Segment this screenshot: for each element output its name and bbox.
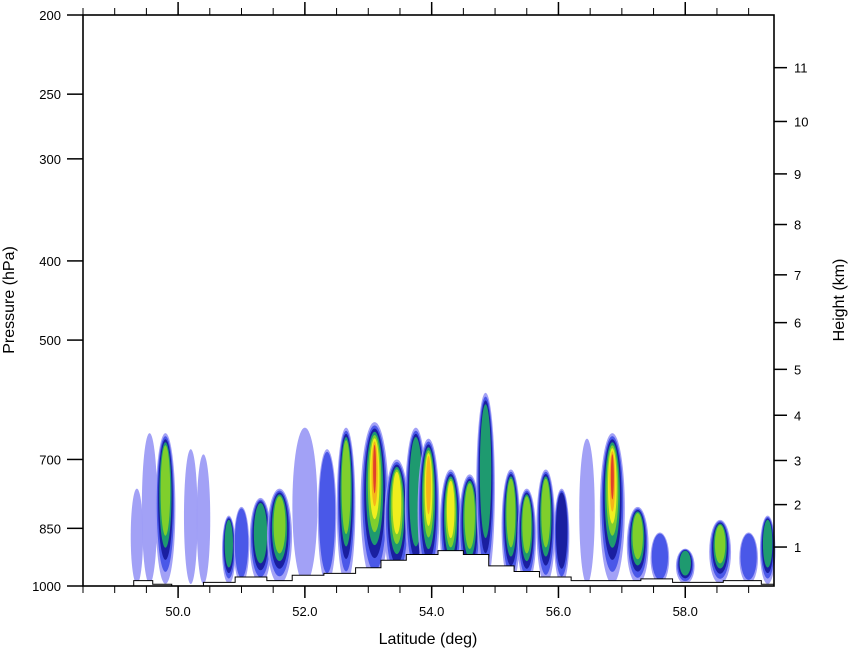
x-tick-label: 50.0 bbox=[165, 604, 190, 619]
y-axis-right: 1 2 3 4 5 6 7 8 9 10 11 bbox=[774, 61, 808, 555]
y-tick-label: 500 bbox=[39, 333, 61, 348]
y2-tick-label: 1 bbox=[794, 540, 801, 555]
convective-cell-11 bbox=[336, 427, 356, 584]
contour-level-1 bbox=[740, 533, 757, 580]
y-axis-title: Pressure (hPa) bbox=[1, 246, 18, 354]
contour-level-3 bbox=[479, 404, 492, 539]
y-tick-label: 400 bbox=[39, 254, 61, 269]
y2-tick-label: 8 bbox=[794, 218, 801, 233]
contour-level-7 bbox=[610, 454, 614, 500]
y2-tick-label: 7 bbox=[794, 268, 801, 283]
convective-cell-0 bbox=[130, 488, 144, 584]
contour-level-4 bbox=[273, 496, 286, 554]
contour-level-1 bbox=[234, 508, 249, 578]
convective-cell-21 bbox=[536, 469, 556, 584]
convective-cell-29 bbox=[739, 532, 758, 584]
x-tick-label: 58.0 bbox=[673, 604, 698, 619]
convective-cell-10 bbox=[317, 449, 337, 584]
convective-cell-1 bbox=[141, 433, 158, 584]
contour-level-6 bbox=[426, 456, 431, 515]
convective-cell-26 bbox=[650, 532, 670, 584]
convective-cell-12 bbox=[360, 422, 389, 584]
convective-cell-2 bbox=[155, 433, 176, 584]
contour-level-1 bbox=[318, 451, 336, 574]
y2-tick-label: 9 bbox=[794, 167, 801, 182]
contour-level-0 bbox=[183, 449, 198, 584]
contour-level-2 bbox=[555, 492, 568, 569]
y2-tick-label: 10 bbox=[794, 114, 808, 129]
convective-cell-24 bbox=[599, 433, 625, 584]
convective-cell-20 bbox=[517, 488, 537, 584]
contour-level-4 bbox=[464, 483, 475, 549]
contour-level-3 bbox=[679, 550, 691, 576]
contour-level-0 bbox=[141, 433, 158, 584]
y-tick-label: 700 bbox=[39, 452, 61, 467]
contour-level-3 bbox=[253, 503, 268, 564]
contour-level-0 bbox=[196, 454, 211, 584]
convective-cell-3 bbox=[183, 449, 198, 584]
contour-level-4 bbox=[160, 445, 171, 536]
y2-tick-label: 11 bbox=[794, 61, 808, 76]
y2-tick-label: 3 bbox=[794, 453, 801, 468]
y2-tick-label: 2 bbox=[794, 498, 801, 513]
y-tick-label: 850 bbox=[39, 521, 61, 536]
convective-cell-22 bbox=[553, 488, 570, 584]
contour-level-4 bbox=[714, 525, 726, 564]
contour-level-1 bbox=[651, 533, 669, 580]
convective-cell-27 bbox=[675, 548, 695, 585]
contour-level-4 bbox=[632, 513, 643, 560]
convective-cell-6 bbox=[233, 506, 250, 584]
x-tick-label: 54.0 bbox=[419, 604, 444, 619]
contour-level-0 bbox=[130, 488, 144, 584]
x-tick-label: 56.0 bbox=[546, 604, 571, 619]
convective-cell-23 bbox=[579, 438, 595, 584]
convective-cell-4 bbox=[196, 454, 211, 584]
y-tick-label: 200 bbox=[39, 8, 61, 23]
y-tick-label: 1000 bbox=[32, 579, 61, 594]
convective-cell-30 bbox=[759, 515, 776, 584]
y-axis-left: 200 250 300 400 500 700 850 1000 bbox=[32, 8, 83, 594]
contour-level-0 bbox=[579, 438, 595, 584]
contour-level-0 bbox=[292, 427, 318, 584]
contour-level-3 bbox=[762, 519, 773, 568]
contour-level-5 bbox=[446, 480, 455, 539]
contour-level-7 bbox=[373, 444, 377, 494]
contour-level-4 bbox=[541, 478, 551, 548]
x-axis-title: Latitude (deg) bbox=[379, 631, 478, 648]
y2-tick-label: 4 bbox=[794, 408, 801, 423]
contour-level-3 bbox=[224, 519, 233, 568]
y2-tick-label: 6 bbox=[794, 316, 801, 331]
y2-axis-title: Height (km) bbox=[831, 259, 848, 342]
y-tick-label: 300 bbox=[39, 152, 61, 167]
contour-level-4 bbox=[506, 478, 516, 548]
y-tick-label: 250 bbox=[39, 87, 61, 102]
contour-level-4 bbox=[341, 440, 351, 534]
contour-level-4 bbox=[522, 496, 532, 554]
convective-cell-9 bbox=[292, 427, 318, 584]
convective-cell-25 bbox=[626, 506, 649, 584]
y2-tick-label: 5 bbox=[794, 362, 801, 377]
cross-section-chart: 50.0 52.0 54.0 56.0 58.0 200 250 300 400 500 700 8… bbox=[1, 2, 848, 648]
convective-cell-28 bbox=[709, 519, 732, 584]
contour-level-5 bbox=[392, 471, 402, 535]
x-tick-label: 52.0 bbox=[292, 604, 317, 619]
convective-cell-5 bbox=[222, 515, 236, 584]
convective-cell-8 bbox=[267, 488, 293, 584]
